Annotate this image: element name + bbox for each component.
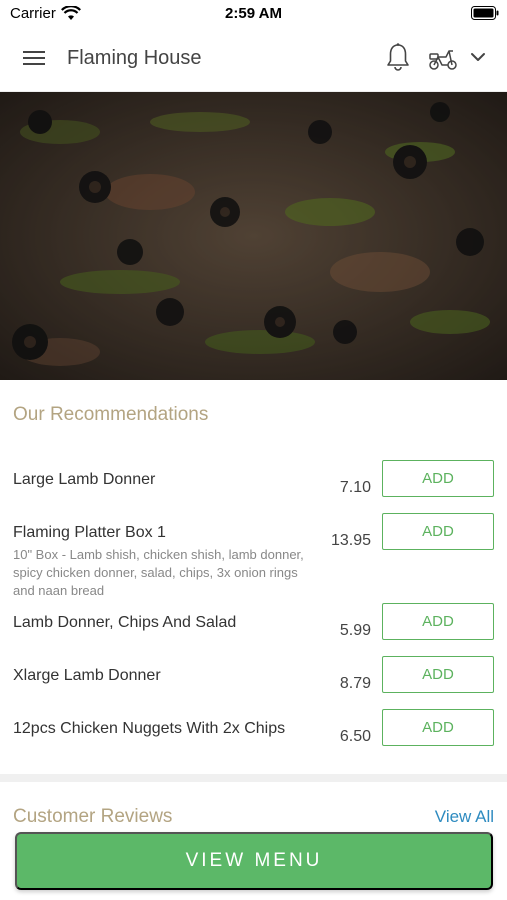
menu-item-price: 8.79 bbox=[339, 675, 371, 692]
recommendations-section: Our Recommendations Large Lamb Donner 7.… bbox=[0, 380, 507, 774]
add-button[interactable]: ADD bbox=[382, 513, 494, 550]
chevron-down-icon[interactable] bbox=[470, 50, 486, 68]
menu-item-name: Xlarge Lamb Donner bbox=[13, 667, 161, 684]
menu-item-name: Lamb Donner, Chips And Salad bbox=[13, 614, 237, 631]
restaurant-title: Flaming House bbox=[67, 47, 202, 69]
restaurant-banner-image bbox=[0, 92, 507, 380]
menu-item-price: 13.95 bbox=[330, 532, 371, 549]
add-button[interactable]: ADD bbox=[382, 603, 494, 640]
menu-item-price: 6.50 bbox=[339, 728, 371, 745]
recommendations-title: Our Recommendations bbox=[13, 404, 209, 425]
status-bar: Carrier 2:59 AM bbox=[0, 0, 507, 26]
battery-icon bbox=[471, 6, 499, 25]
hamburger-menu-icon[interactable] bbox=[20, 46, 48, 70]
menu-item-name: 12pcs Chicken Nuggets With 2x Chips bbox=[13, 720, 286, 737]
menu-item-description: 10" Box - Lamb shish, chicken shish, lam… bbox=[13, 547, 304, 598]
app-header: Flaming House bbox=[0, 26, 507, 92]
scooter-icon[interactable] bbox=[427, 45, 459, 76]
section-divider bbox=[0, 774, 507, 782]
menu-item-price: 7.10 bbox=[339, 479, 371, 496]
add-button[interactable]: ADD bbox=[382, 460, 494, 497]
menu-item-name: Flaming Platter Box 1 bbox=[13, 524, 166, 541]
view-all-link[interactable]: View All bbox=[435, 807, 494, 827]
clock: 2:59 AM bbox=[225, 5, 282, 22]
view-menu-button[interactable]: VIEW MENU bbox=[15, 832, 493, 890]
add-button[interactable]: ADD bbox=[382, 656, 494, 693]
reviews-title: Customer Reviews bbox=[13, 806, 173, 827]
add-button[interactable]: ADD bbox=[382, 709, 494, 746]
bell-icon[interactable] bbox=[385, 42, 411, 77]
menu-item-price: 5.99 bbox=[339, 622, 371, 639]
menu-item-name: Large Lamb Donner bbox=[13, 471, 156, 488]
